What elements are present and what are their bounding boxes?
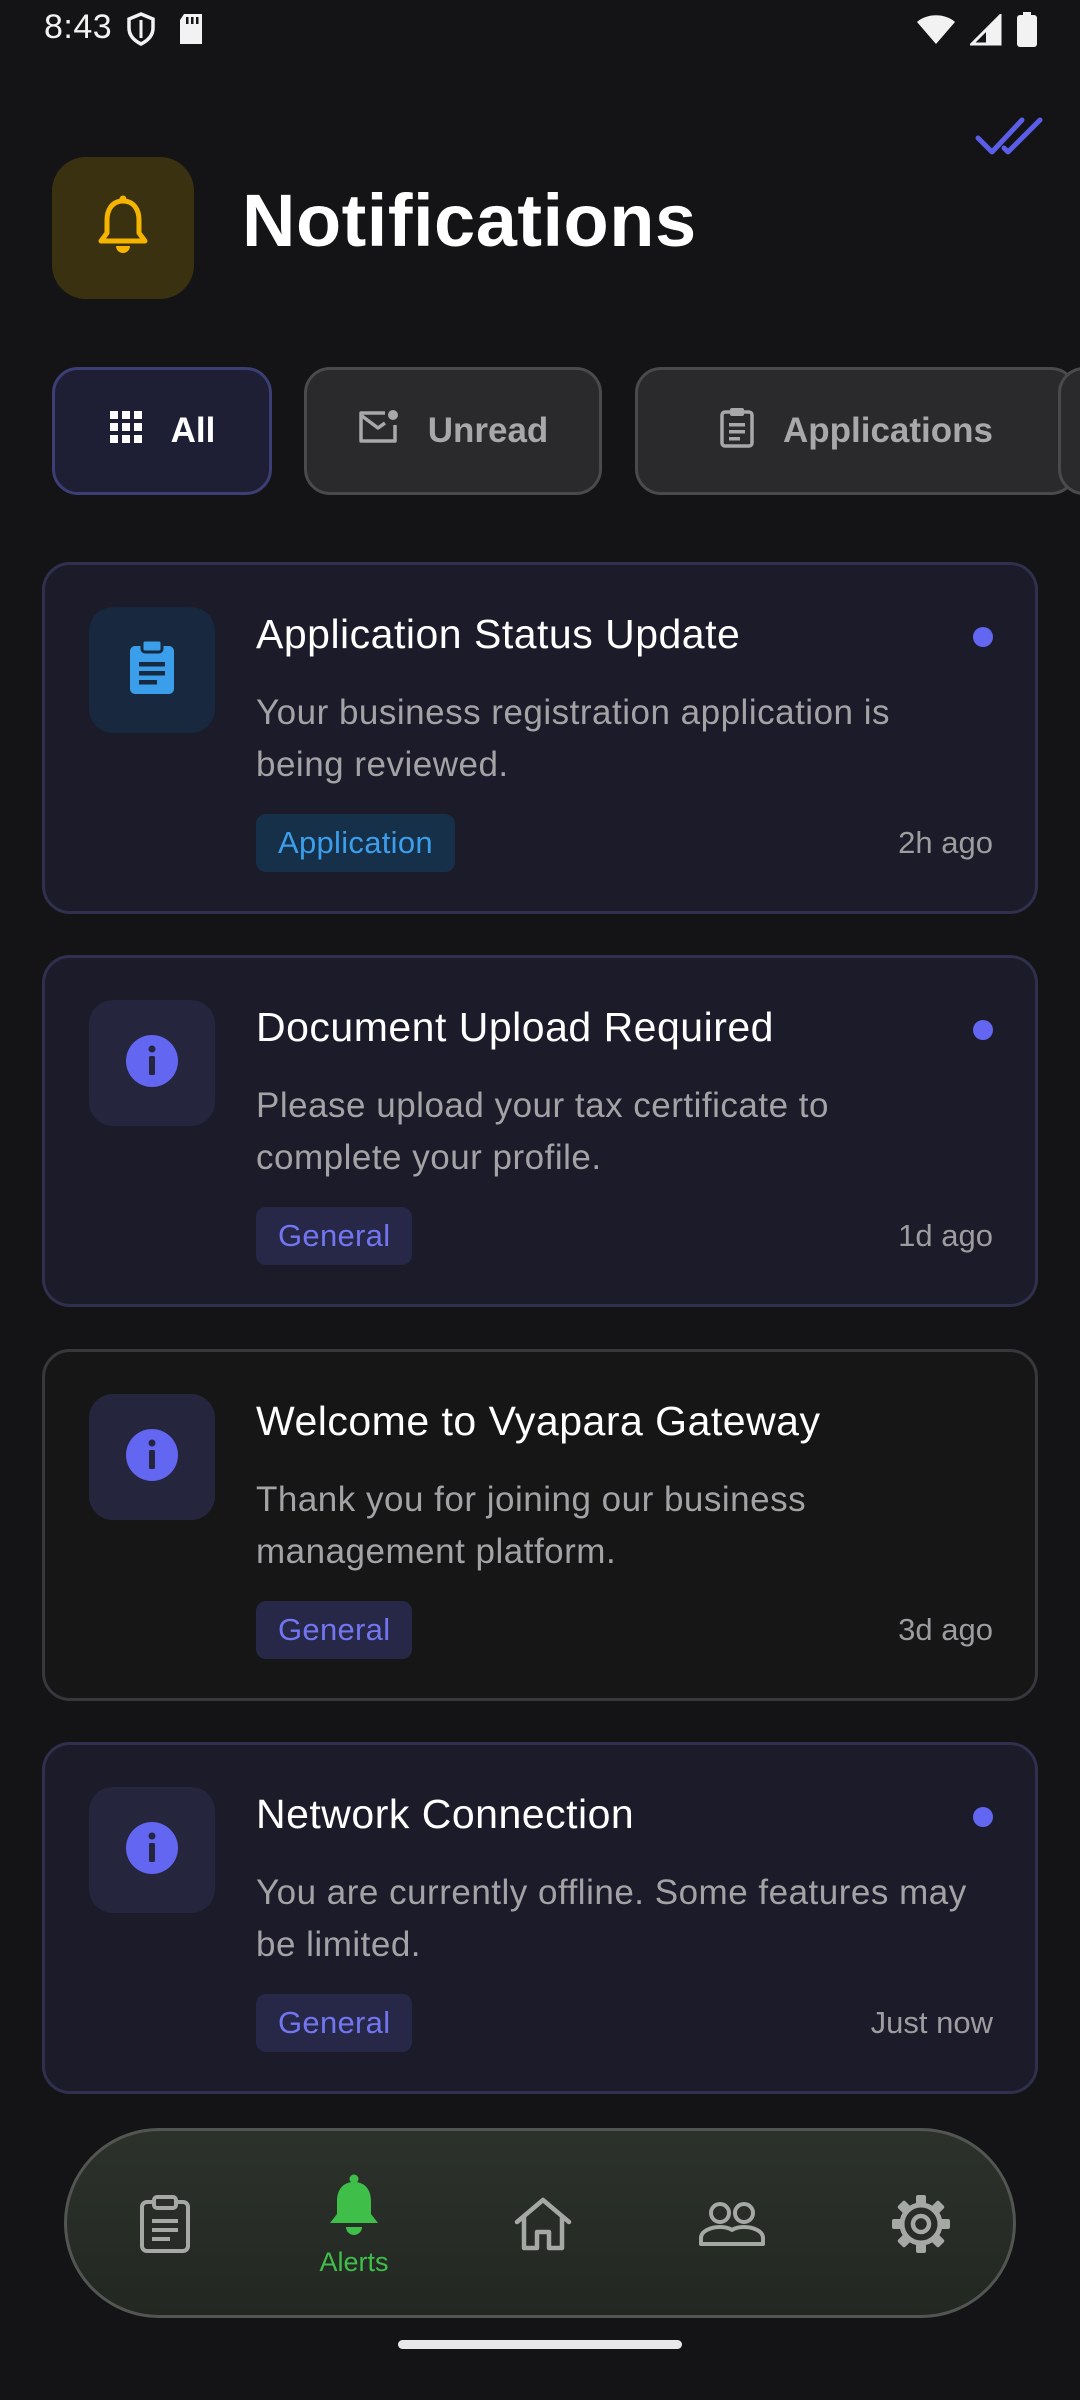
clipboard-icon bbox=[719, 406, 755, 457]
notification-card[interactable]: Document Upload Required Please upload y… bbox=[42, 955, 1038, 1307]
clipboard-icon bbox=[128, 638, 176, 701]
notification-body: Your business registration application i… bbox=[256, 693, 891, 784]
home-icon bbox=[513, 2196, 573, 2257]
filter-chip-label: All bbox=[170, 411, 216, 450]
notification-card[interactable]: Network Connection You are currently off… bbox=[42, 1742, 1038, 2094]
notification-icon-container bbox=[89, 1000, 215, 1126]
notification-icon-container bbox=[89, 1787, 215, 1913]
filter-chip-all[interactable]: All bbox=[52, 367, 272, 495]
notification-body: You are currently offline. Some features… bbox=[256, 1873, 967, 1964]
nav-item-applications[interactable] bbox=[90, 2131, 240, 2321]
mail-unread-icon bbox=[358, 409, 400, 454]
filter-chip-unread[interactable]: Unread bbox=[304, 367, 602, 495]
unread-indicator bbox=[973, 1807, 993, 1827]
info-icon bbox=[125, 1034, 179, 1093]
nav-item-alerts[interactable]: Alerts bbox=[279, 2131, 429, 2321]
category-badge: General bbox=[256, 1994, 413, 2052]
nav-item-settings[interactable] bbox=[846, 2131, 996, 2321]
nav-item-home[interactable] bbox=[468, 2131, 618, 2321]
nav-item-people[interactable] bbox=[657, 2131, 807, 2321]
notification-title: Document Upload Required bbox=[256, 1004, 774, 1050]
notifications-screen: 8:43 Notifications All Unread Applicatio… bbox=[0, 0, 1080, 2400]
category-badge: General bbox=[256, 1601, 413, 1659]
filter-chip-label: Applications bbox=[782, 411, 994, 450]
notification-icon-container bbox=[89, 607, 215, 733]
notification-card[interactable]: Welcome to Vyapara Gateway Thank you for… bbox=[42, 1349, 1038, 1701]
bell-icon bbox=[95, 195, 151, 262]
filter-chips: All Unread Applications bbox=[52, 367, 1080, 499]
shield-icon bbox=[126, 12, 156, 51]
notification-time: 3d ago bbox=[898, 1612, 993, 1647]
unread-indicator bbox=[973, 1020, 993, 1040]
notification-time: 2h ago bbox=[898, 825, 993, 860]
mark-all-read-button[interactable] bbox=[974, 108, 1046, 164]
notification-title: Network Connection bbox=[256, 1791, 635, 1837]
category-badge: General bbox=[256, 1207, 413, 1265]
clipboard-icon bbox=[138, 2194, 192, 2259]
filter-chip-more[interactable] bbox=[1058, 367, 1080, 495]
cellular-signal-icon bbox=[968, 12, 1002, 51]
info-icon bbox=[125, 1428, 179, 1487]
unread-indicator bbox=[973, 627, 993, 647]
status-bar: 8:43 bbox=[0, 0, 1080, 62]
notification-time: Just now bbox=[870, 2005, 993, 2040]
bell-icon bbox=[325, 2174, 383, 2243]
home-indicator[interactable] bbox=[398, 2340, 682, 2349]
notification-time: 1d ago bbox=[898, 1218, 993, 1253]
filter-chip-applications[interactable]: Applications bbox=[635, 367, 1077, 495]
category-badge: Application bbox=[256, 814, 455, 872]
notification-body: Please upload your tax certificate to co… bbox=[256, 1086, 829, 1177]
info-icon bbox=[125, 1821, 179, 1880]
gear-icon bbox=[891, 2194, 951, 2259]
notification-card[interactable]: Application Status Update Your business … bbox=[42, 562, 1038, 914]
people-icon bbox=[698, 2200, 766, 2253]
bottom-navigation: Alerts bbox=[64, 2128, 1016, 2318]
grid-icon bbox=[109, 410, 143, 453]
page-title: Notifications bbox=[242, 179, 697, 262]
filter-chip-label: Unread bbox=[427, 411, 549, 450]
nav-item-label: Alerts bbox=[319, 2247, 389, 2277]
status-left-icons bbox=[126, 12, 204, 51]
notification-title: Welcome to Vyapara Gateway bbox=[256, 1398, 821, 1444]
notification-body: Thank you for joining our business manag… bbox=[256, 1480, 807, 1571]
notification-title: Application Status Update bbox=[256, 611, 741, 657]
wifi-icon bbox=[916, 14, 956, 51]
header-bell-container bbox=[52, 157, 194, 299]
status-time: 8:43 bbox=[44, 8, 113, 46]
notification-icon-container bbox=[89, 1394, 215, 1520]
double-check-icon bbox=[974, 117, 1046, 168]
battery-icon bbox=[1016, 12, 1038, 53]
sd-card-icon bbox=[178, 12, 204, 51]
status-right-icons bbox=[916, 12, 1038, 53]
